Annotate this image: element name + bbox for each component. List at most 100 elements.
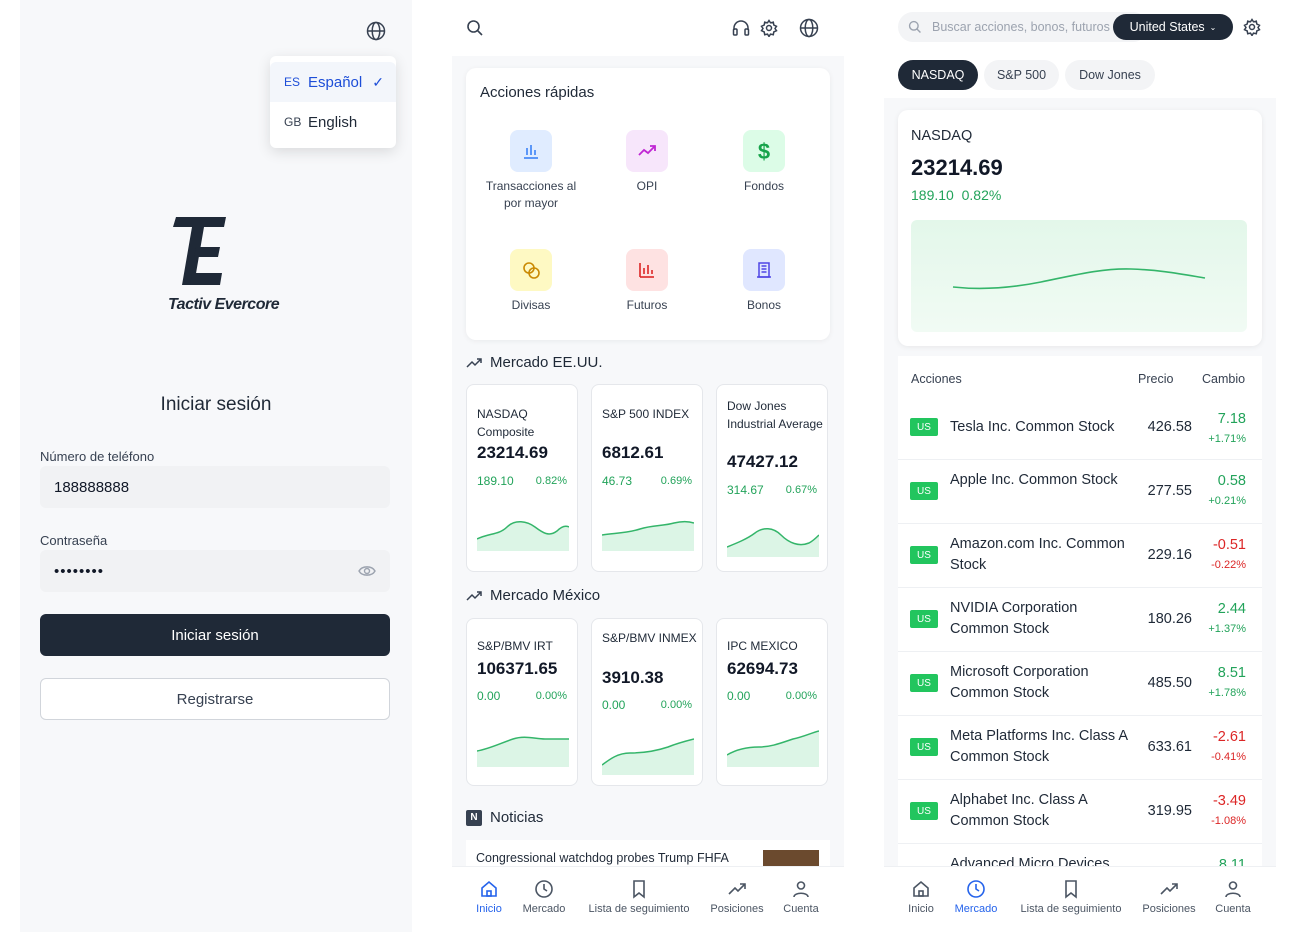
tab-nasdaq[interactable]: NASDAQ [898, 60, 978, 90]
market-card-name: IPC MEXICO [727, 639, 798, 653]
market-card-ipc[interactable]: IPC MEXICO 62694.73 0.00 0.00% [716, 618, 828, 786]
index-name: NASDAQ [911, 128, 973, 144]
us-market-heading: Mercado EE.UU. [466, 354, 603, 371]
home-screen: Acciones rápidas Transacciones al por ma… [452, 0, 844, 932]
language-label: English [308, 113, 358, 131]
quick-action-ipo[interactable]: OPI [592, 130, 702, 195]
headset-icon[interactable] [732, 19, 750, 37]
eye-icon[interactable] [358, 564, 376, 578]
stock-change: 8.51 [1217, 665, 1246, 681]
nav-item-home[interactable]: Inicio [466, 879, 512, 915]
nav-item-account[interactable]: Cuenta [776, 879, 826, 915]
table-row[interactable]: US Microsoft Corporation Common Stock 48… [898, 652, 1262, 716]
market-card-nasdaq[interactable]: NASDAQ Composite 23214.69 189.10 0.82% [466, 384, 578, 572]
stock-price: 426.58 [1147, 419, 1192, 435]
index-card: NASDAQ 23214.69 189.10 0.82% [898, 110, 1262, 346]
quick-action-funds[interactable]: $ Fondos [709, 130, 819, 195]
phone-value: 188888888 [54, 478, 130, 496]
market-card-value: 47427.12 [727, 452, 798, 471]
region-selector[interactable]: United States ⌄ [1113, 14, 1233, 40]
country-badge: US [910, 610, 938, 628]
market-card-change: 46.73 [602, 474, 633, 488]
search-input[interactable]: Buscar acciones, bonos, futuros [898, 12, 1148, 42]
login-button[interactable]: Iniciar sesión [40, 614, 390, 656]
phone-label: Número de teléfono [40, 449, 155, 464]
nav-item-positions[interactable]: Posiciones [1138, 879, 1200, 915]
market-card-name: S&P/BMV IRT [477, 639, 553, 653]
search-icon[interactable] [466, 19, 484, 37]
table-row[interactable]: US Amazon.com Inc. Common Stock 229.16 -… [898, 524, 1262, 588]
brand-name: Tactiv Evercore [168, 296, 280, 313]
tab-dow-jones[interactable]: Dow Jones [1065, 60, 1155, 90]
trend-icon [728, 883, 746, 895]
sparkline-chart [727, 730, 819, 767]
gear-icon[interactable] [1243, 18, 1261, 36]
market-card-name: NASDAQ Composite [477, 407, 535, 439]
nav-item-watchlist[interactable]: Lista de seguimiento [580, 879, 698, 915]
globe-icon[interactable] [366, 21, 386, 41]
stock-change: 0.58 [1217, 473, 1246, 489]
stock-name: Alphabet Inc. Class A Common Stock [950, 792, 1088, 829]
table-row[interactable]: US Apple Inc. Common Stock 277.55 0.58 +… [898, 460, 1262, 524]
login-screen: ES Español ✓ GB English Tactiv Evercore … [20, 0, 412, 932]
stock-price: 180.26 [1147, 611, 1192, 627]
login-title: Iniciar sesión [160, 394, 272, 415]
news-icon: N [466, 809, 482, 826]
quick-action-wholesale[interactable]: Transacciones al por mayor [476, 130, 586, 212]
index-chart [911, 220, 1247, 332]
gear-icon[interactable] [760, 19, 778, 37]
quick-action-bonds[interactable]: Bonos [709, 249, 819, 314]
nav-label: Lista de seguimiento [1020, 903, 1122, 915]
country-badge: US [910, 674, 938, 692]
register-button[interactable]: Registrarse [40, 678, 390, 720]
quick-action-currencies[interactable]: Divisas [476, 249, 586, 314]
market-card-pct: 0.00% [785, 690, 817, 702]
language-option-es[interactable]: ES Español ✓ [270, 62, 396, 102]
nav-label: Inicio [908, 903, 934, 915]
market-card-change: 0.00 [602, 698, 626, 712]
market-card-value: 106371.65 [477, 659, 558, 678]
table-row[interactable]: US Tesla Inc. Common Stock 426.58 7.18 +… [898, 396, 1262, 460]
market-card-name: S&P/BMV INMEX [602, 631, 697, 645]
bookmark-icon [1065, 880, 1077, 899]
table-row[interactable]: US NVIDIA Corporation Common Stock 180.2… [898, 588, 1262, 652]
market-card-sp500[interactable]: S&P 500 INDEX 6812.61 46.73 0.69% [591, 384, 703, 572]
quick-action-futures[interactable]: Futuros [592, 249, 702, 314]
search-icon [908, 20, 921, 33]
nav-label: Mercado [522, 903, 566, 915]
nav-item-market[interactable]: Mercado [518, 879, 570, 915]
nav-item-account[interactable]: Cuenta [1208, 879, 1258, 915]
stock-change: 7.18 [1217, 411, 1246, 427]
country-badge: US [910, 546, 938, 564]
stock-change: -2.61 [1212, 729, 1246, 745]
phone-input[interactable]: 188888888 [40, 466, 390, 508]
news-headline: Congressional watchdog probes Trump FHFA [476, 851, 729, 865]
clock-icon [967, 880, 985, 898]
nav-item-positions[interactable]: Posiciones [706, 879, 768, 915]
stock-name: Amazon.com Inc. Common Stock [950, 536, 1125, 573]
nav-item-market[interactable]: Mercado [950, 879, 1002, 915]
sparkline-chart [727, 528, 819, 557]
nav-label: Posiciones [710, 903, 764, 915]
nav-label: Lista de seguimiento [588, 903, 690, 915]
market-card-change: 0.00 [477, 689, 501, 703]
market-card-dow[interactable]: Dow Jones Industrial Average 47427.12 31… [716, 384, 828, 572]
bottom-nav: Inicio Mercado Lista de seguimiento Posi… [452, 866, 844, 932]
market-card-irt[interactable]: S&P/BMV IRT 106371.65 0.00 0.00% [466, 618, 578, 786]
tab-sp500[interactable]: S&P 500 [984, 60, 1059, 90]
market-card-inmex[interactable]: S&P/BMV INMEX 3910.38 0.00 0.00% [591, 618, 703, 786]
nav-item-home[interactable]: Inicio [898, 879, 944, 915]
quick-action-label: Bonos [746, 298, 782, 312]
table-row[interactable]: US Meta Platforms Inc. Class A Common St… [898, 716, 1262, 780]
nav-item-watchlist[interactable]: Lista de seguimiento [1012, 879, 1130, 915]
stock-change: 2.44 [1217, 601, 1246, 617]
quick-actions-title: Acciones rápidas [480, 84, 595, 101]
quick-action-label: Futuros [626, 298, 668, 312]
table-row[interactable]: US Alphabet Inc. Class A Common Stock 31… [898, 780, 1262, 844]
stock-name: Tesla Inc. Common Stock [950, 419, 1115, 435]
user-icon [793, 881, 809, 898]
globe-icon[interactable] [799, 18, 819, 38]
country-badge: US [910, 418, 938, 436]
password-input[interactable]: •••••••• [40, 550, 390, 592]
language-option-gb[interactable]: GB English [270, 102, 396, 142]
